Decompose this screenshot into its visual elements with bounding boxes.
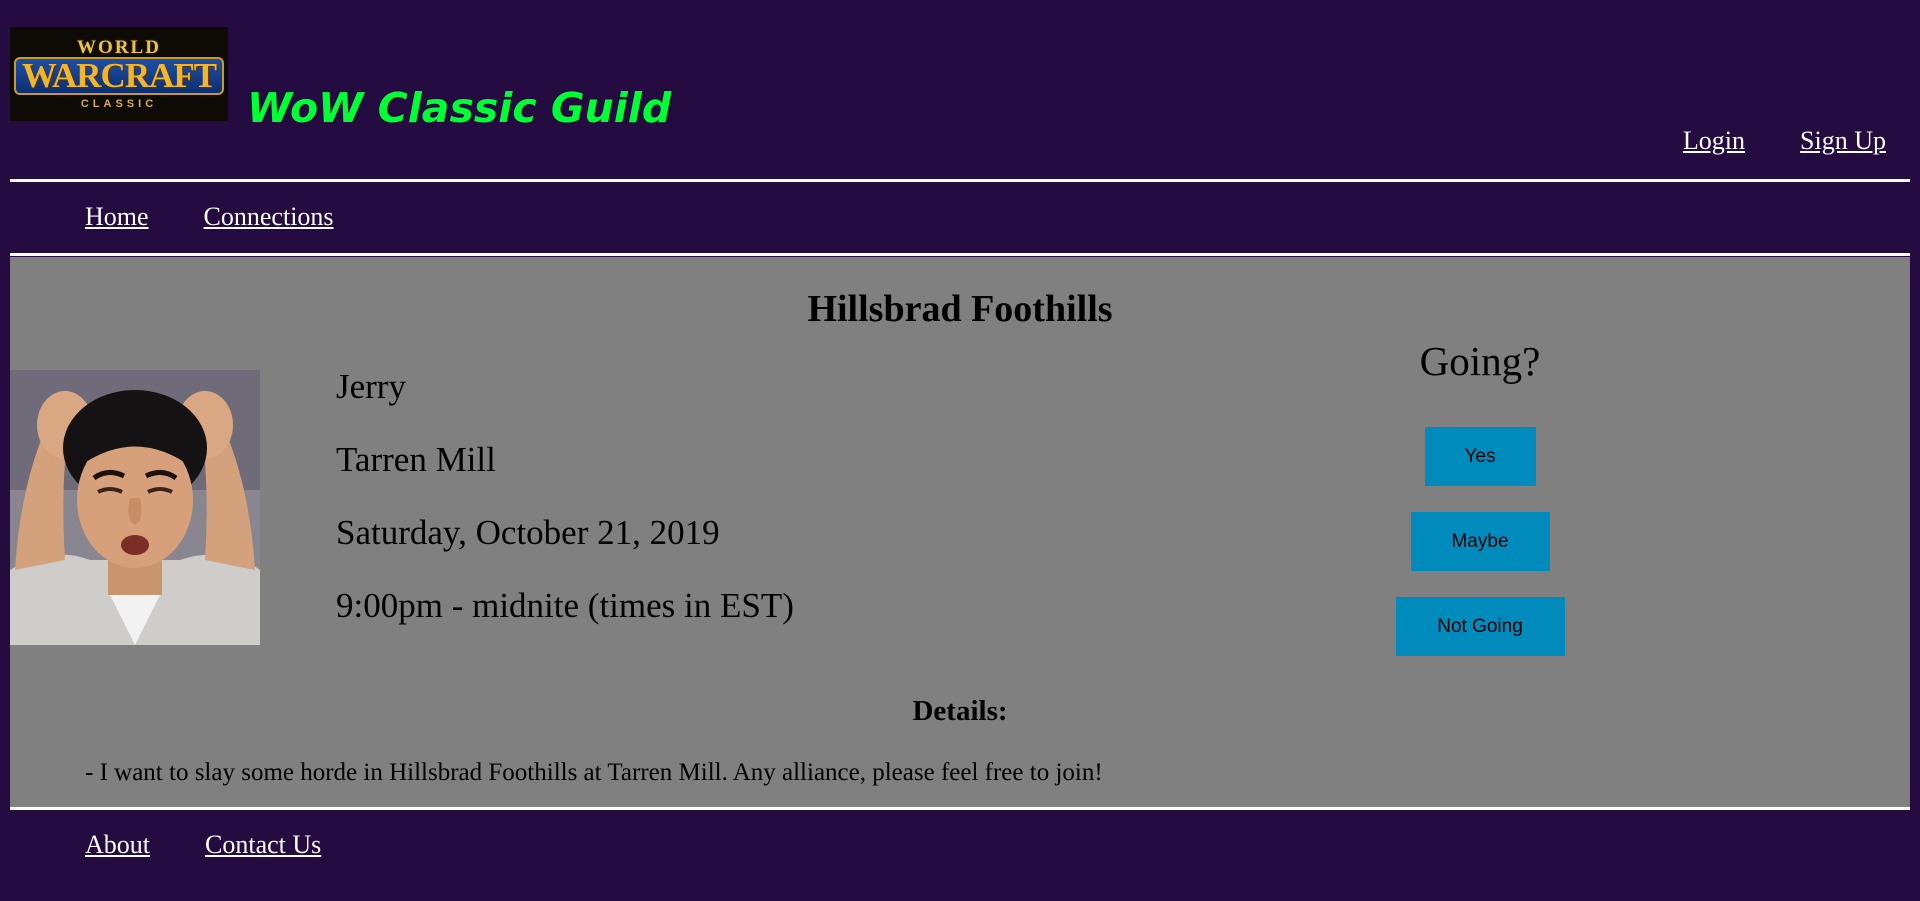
- site-header: WORLD WARCRAFT CLASSIC WoW Classic Guild…: [0, 0, 1920, 180]
- event-location: Tarren Mill: [336, 440, 496, 479]
- rsvp-not-going-button[interactable]: Not Going: [1395, 597, 1565, 656]
- signup-link[interactable]: Sign Up: [1800, 126, 1886, 156]
- footer-item-contact[interactable]: Contact Us: [205, 830, 321, 860]
- nav-item-home[interactable]: Home: [85, 202, 149, 232]
- event-time: 9:00pm - midnite (times in EST): [336, 586, 794, 625]
- details-heading: Details:: [912, 695, 1008, 727]
- event-panel: Hillsbrad Foothills Jerry Tarren Mill Sa…: [10, 257, 1910, 807]
- event-date: Saturday, October 21, 2019: [336, 513, 720, 552]
- nav-divider: [10, 253, 1910, 256]
- rsvp-panel: Going? Yes Maybe Not Going: [1300, 337, 1660, 682]
- details-text: - I want to slay some horde in Hillsbrad…: [85, 759, 1103, 786]
- logo-main-text: WARCRAFT: [13, 56, 225, 95]
- rsvp-maybe-button[interactable]: Maybe: [1410, 512, 1550, 571]
- site-title: WoW Classic Guild: [247, 84, 672, 132]
- main-nav: Home Connections: [85, 202, 334, 232]
- footer-divider: [10, 807, 1910, 810]
- site-footer: About Contact Us: [85, 830, 321, 860]
- nav-item-connections[interactable]: Connections: [204, 202, 334, 232]
- logo-sub-text: CLASSIC: [80, 97, 158, 110]
- event-info: Jerry Tarren Mill Saturday, October 21, …: [336, 367, 794, 659]
- auth-links: Login Sign Up: [1683, 126, 1886, 156]
- footer-item-about[interactable]: About: [85, 830, 150, 860]
- organizer-avatar: [10, 370, 260, 645]
- logo-top-text: WORLD: [77, 36, 161, 58]
- wow-classic-logo[interactable]: WORLD WARCRAFT CLASSIC: [10, 27, 228, 121]
- page: WORLD WARCRAFT CLASSIC WoW Classic Guild…: [0, 0, 1920, 901]
- rsvp-label: Going?: [1419, 338, 1541, 384]
- rsvp-yes-button[interactable]: Yes: [1424, 427, 1536, 486]
- organizer-photo: [10, 370, 260, 645]
- event-title: Hillsbrad Foothills: [807, 288, 1113, 330]
- event-organizer: Jerry: [336, 367, 406, 406]
- header-divider: [10, 179, 1910, 182]
- login-link[interactable]: Login: [1683, 126, 1745, 156]
